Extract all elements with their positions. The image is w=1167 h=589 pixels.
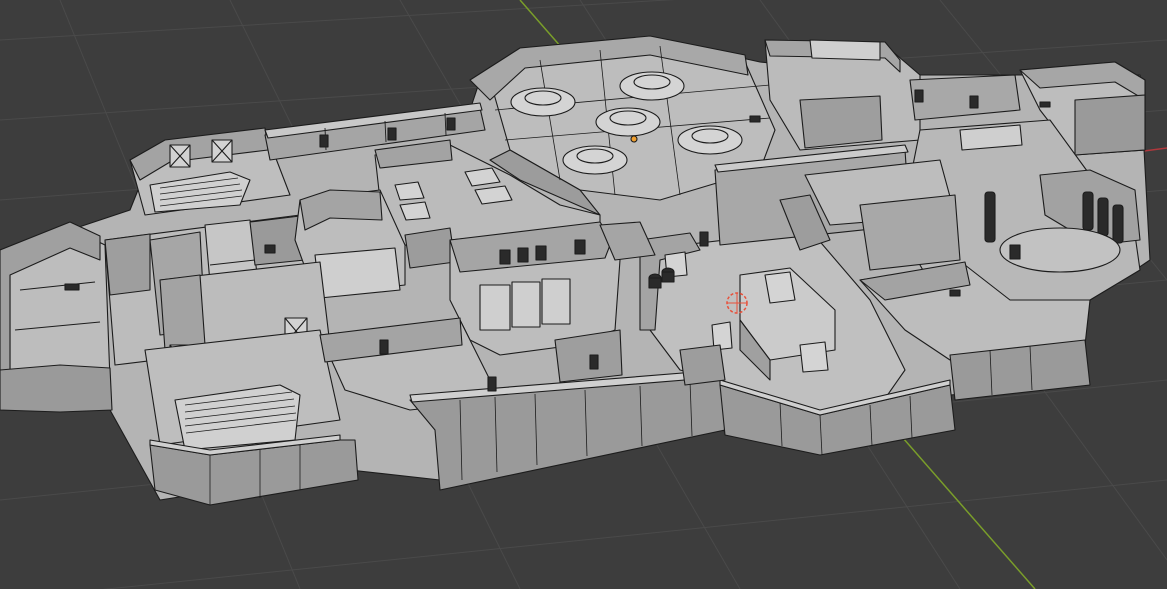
lab-cabinets [479,278,571,331]
wall-corridor-left [104,233,151,296]
light-fixture [64,283,80,291]
crate [799,341,829,373]
object-origin-icon [630,135,638,143]
door-panel [264,244,276,254]
crate [764,271,796,304]
3d-viewport[interactable] [0,0,1167,589]
room-left-front-wall [0,364,113,413]
